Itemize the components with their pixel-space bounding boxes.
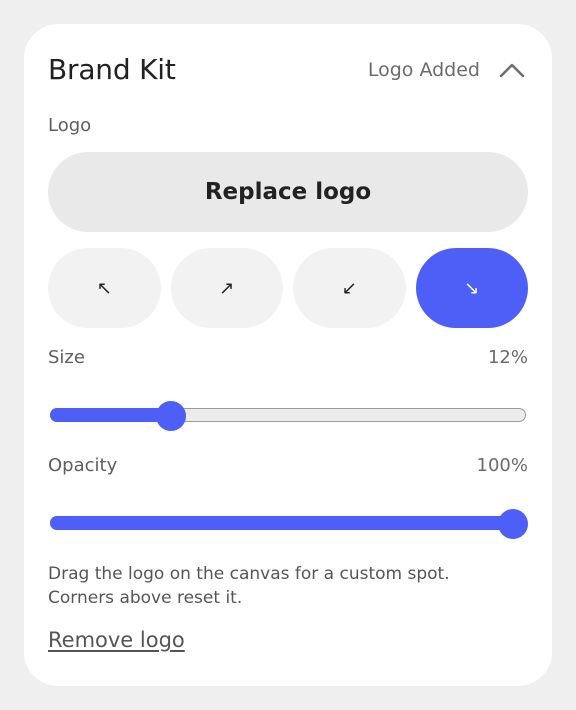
logo-label: Logo [48, 115, 92, 136]
brand-kit-panel: Brand Kit Logo Added Logo Replace logo ↖… [24, 24, 552, 686]
remove-logo-link[interactable]: Remove logo [48, 626, 185, 654]
hint-text: Drag the logo on the canvas for a custom… [48, 564, 450, 608]
arrow-up-left-icon: ↖ [96, 277, 112, 299]
opacity-label: Opacity [48, 455, 118, 476]
opacity-slider[interactable] [48, 509, 528, 539]
arrow-down-right-icon: ↘ [464, 277, 480, 299]
corner-bottom-right-button[interactable]: ↘ [415, 248, 528, 328]
status-text: Logo Added [367, 59, 480, 81]
opacity-slider-fill [50, 516, 513, 530]
size-label: Size [48, 347, 85, 368]
opacity-slider-thumb[interactable] [498, 509, 528, 539]
chevron-up-icon [499, 63, 525, 78]
corner-top-right-button[interactable]: ↗ [170, 248, 283, 328]
size-slider[interactable] [48, 401, 528, 431]
size-value: 12% [487, 347, 528, 368]
collapse-button[interactable] [496, 54, 528, 86]
size-slider-fill [50, 408, 171, 422]
panel-title: Brand Kit [48, 53, 176, 86]
corner-bottom-left-button[interactable]: ↙ [293, 248, 406, 328]
arrow-up-right-icon: ↗ [219, 277, 235, 299]
opacity-value: 100% [476, 455, 528, 476]
arrow-down-left-icon: ↙ [341, 277, 357, 299]
corner-position-group: ↖ ↗ ↙ ↘ [48, 248, 528, 328]
replace-logo-button[interactable]: Replace logo [48, 152, 528, 232]
corner-top-left-button[interactable]: ↖ [48, 248, 161, 328]
size-slider-thumb[interactable] [156, 401, 186, 431]
